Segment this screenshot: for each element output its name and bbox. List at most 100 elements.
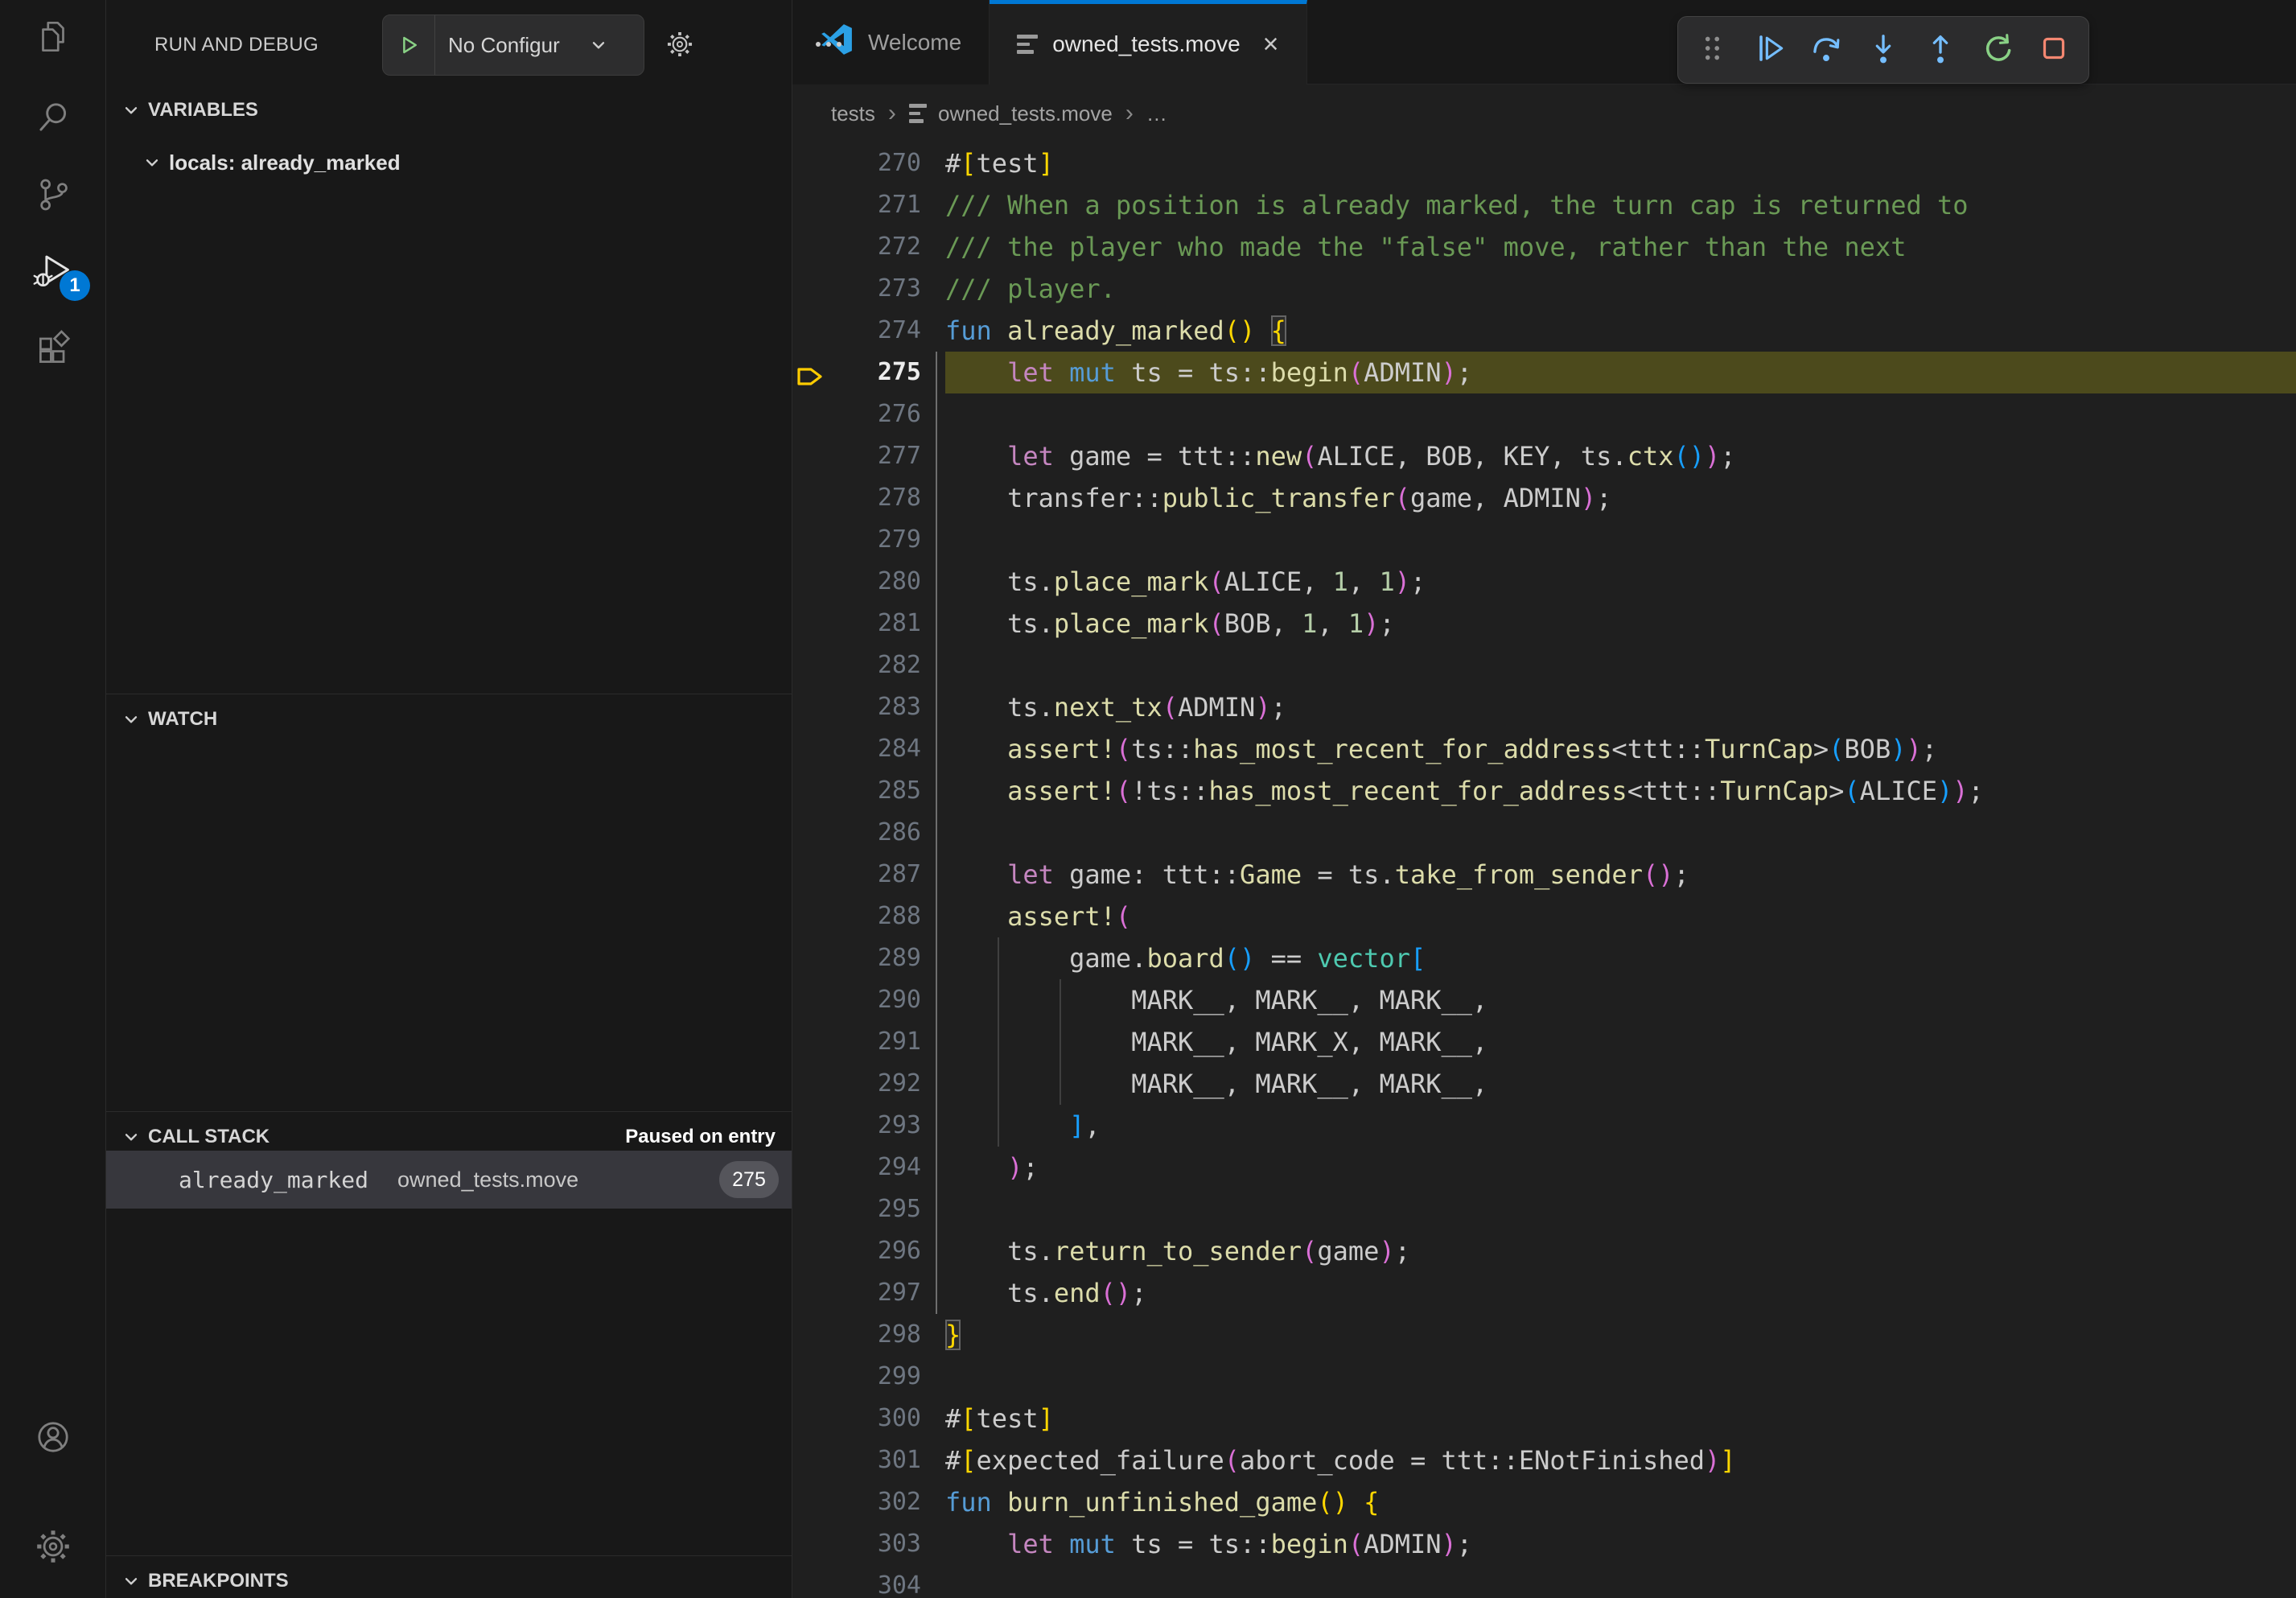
code-text[interactable]: assert!(!ts::has_most_recent_for_address…	[945, 770, 2296, 812]
code-text[interactable]: let game = ttt::new(ALICE, BOB, KEY, ts.…	[945, 435, 2296, 477]
line-number[interactable]: 304	[831, 1565, 921, 1598]
breakpoint-margin[interactable]	[792, 352, 831, 393]
code-line-302[interactable]: 302fun burn_unfinished_game() {	[792, 1481, 2296, 1523]
breakpoint-margin[interactable]	[792, 645, 831, 686]
breadcrumb-item[interactable]: …	[1146, 101, 1167, 126]
code-text[interactable]	[945, 393, 2296, 435]
code-text[interactable]	[945, 1188, 2296, 1230]
more-actions-icon[interactable]	[816, 42, 841, 47]
code-text[interactable]: let mut ts = ts::begin(ADMIN);	[945, 1523, 2296, 1565]
breakpoint-margin[interactable]	[792, 1105, 831, 1147]
line-number[interactable]: 287	[831, 854, 921, 896]
code-line-271[interactable]: 271 /// When a position is already marked…	[792, 184, 2296, 226]
breakpoint-margin[interactable]	[792, 1314, 831, 1356]
code-text[interactable]: #[test]	[945, 142, 2296, 184]
breakpoint-margin[interactable]	[792, 812, 831, 854]
line-number[interactable]: 293	[831, 1105, 921, 1147]
code-text[interactable]: let mut ts = ts::begin(ADMIN);	[945, 352, 2296, 393]
step-over-button[interactable]	[1803, 27, 1850, 73]
breakpoint-margin[interactable]	[792, 728, 831, 770]
breakpoint-margin[interactable]	[792, 1356, 831, 1398]
code-text[interactable]: ts.place_mark(BOB, 1, 1);	[945, 603, 2296, 645]
line-number[interactable]: 284	[831, 728, 921, 770]
code-text[interactable]: ts.end();	[945, 1272, 2296, 1314]
code-text[interactable]: );	[945, 1147, 2296, 1188]
code-text[interactable]: ts.next_tx(ADMIN);	[945, 686, 2296, 728]
breakpoint-margin[interactable]	[792, 1188, 831, 1230]
line-number[interactable]: 277	[831, 435, 921, 477]
stop-button[interactable]	[2031, 27, 2077, 73]
line-number[interactable]: 297	[831, 1272, 921, 1314]
code-line-283[interactable]: 283 ts.next_tx(ADMIN);	[792, 686, 2296, 728]
code-text[interactable]: fun burn_unfinished_game() {	[945, 1481, 2296, 1523]
start-debugging-icon[interactable]	[383, 33, 434, 57]
continue-button[interactable]	[1747, 27, 1793, 73]
breakpoint-margin[interactable]	[792, 1021, 831, 1063]
code-text[interactable]: #[expected_failure(abort_code = ttt::ENo…	[945, 1439, 2296, 1481]
breadcrumb-item[interactable]: owned_tests.move	[909, 101, 1113, 126]
code-text[interactable]: ts.return_to_sender(game);	[945, 1230, 2296, 1272]
breakpoint-margin[interactable]	[792, 770, 831, 812]
code-text[interactable]: /// When a position is already marked, t…	[945, 184, 2296, 226]
line-number[interactable]: 298	[831, 1314, 921, 1356]
breakpoint-margin[interactable]	[792, 184, 831, 226]
code-line-297[interactable]: 297 ts.end();	[792, 1272, 2296, 1314]
code-line-298[interactable]: 298}	[792, 1314, 2296, 1356]
line-number[interactable]: 296	[831, 1230, 921, 1272]
breakpoint-margin[interactable]	[792, 979, 831, 1021]
breakpoint-margin[interactable]	[792, 519, 831, 561]
line-number[interactable]: 271	[831, 184, 921, 226]
restart-button[interactable]	[1973, 27, 2020, 73]
code-text[interactable]: assert!(ts::has_most_recent_for_address<…	[945, 728, 2296, 770]
line-number[interactable]: 303	[831, 1523, 921, 1565]
line-number[interactable]: 278	[831, 477, 921, 519]
breakpoint-margin[interactable]	[792, 854, 831, 896]
variables-scope-locals[interactable]: locals: already_marked	[106, 141, 792, 184]
code-line-291[interactable]: 291 MARK__, MARK_X, MARK__,	[792, 1021, 2296, 1063]
code-line-273[interactable]: 273/// player.	[792, 268, 2296, 310]
code-line-299[interactable]: 299	[792, 1356, 2296, 1398]
activity-item-explorer[interactable]	[0, 0, 105, 77]
code-text[interactable]	[945, 519, 2296, 561]
line-number[interactable]: 291	[831, 1021, 921, 1063]
toolbar-drag-grip[interactable]	[1689, 27, 1736, 73]
code-line-282[interactable]: 282	[792, 645, 2296, 686]
code-line-289[interactable]: 289 game.board() == vector[	[792, 937, 2296, 979]
section-variables[interactable]: VARIABLES	[106, 90, 792, 130]
line-number[interactable]: 283	[831, 686, 921, 728]
breakpoint-margin[interactable]	[792, 1063, 831, 1105]
breakpoint-margin[interactable]	[792, 561, 831, 603]
code-line-295[interactable]: 295	[792, 1188, 2296, 1230]
code-text[interactable]: /// the player who made the "false" move…	[945, 226, 2296, 268]
code-text[interactable]: game.board() == vector[	[945, 937, 2296, 979]
code-line-287[interactable]: 287 let game: ttt::Game = ts.take_from_s…	[792, 854, 2296, 896]
line-number[interactable]: 299	[831, 1356, 921, 1398]
breakpoint-margin[interactable]	[792, 310, 831, 352]
code-line-293[interactable]: 293 ],	[792, 1105, 2296, 1147]
line-number[interactable]: 289	[831, 937, 921, 979]
stack-frame-row[interactable]: already_marked owned_tests.move 275	[106, 1151, 792, 1209]
section-breakpoints[interactable]: BREAKPOINTS	[106, 1561, 792, 1598]
section-watch[interactable]: WATCH	[106, 699, 792, 739]
line-number[interactable]: 292	[831, 1063, 921, 1105]
code-line-300[interactable]: 300#[test]	[792, 1398, 2296, 1439]
activity-item-extensions[interactable]	[0, 313, 105, 390]
line-number[interactable]: 279	[831, 519, 921, 561]
breakpoint-margin[interactable]	[792, 1481, 831, 1523]
code-line-285[interactable]: 285 assert!(!ts::has_most_recent_for_add…	[792, 770, 2296, 812]
breakpoint-margin[interactable]	[792, 1272, 831, 1314]
code-line-280[interactable]: 280 ts.place_mark(ALICE, 1, 1);	[792, 561, 2296, 603]
code-text[interactable]: let game: ttt::Game = ts.take_from_sende…	[945, 854, 2296, 896]
breakpoint-margin[interactable]	[792, 477, 831, 519]
line-number[interactable]: 288	[831, 896, 921, 937]
breakpoint-margin[interactable]	[792, 1230, 831, 1272]
code-line-288[interactable]: 288 assert!(	[792, 896, 2296, 937]
breadcrumb-item[interactable]: tests	[831, 101, 875, 126]
line-number[interactable]: 282	[831, 645, 921, 686]
code-text[interactable]: ts.place_mark(ALICE, 1, 1);	[945, 561, 2296, 603]
code-line-290[interactable]: 290 MARK__, MARK__, MARK__,	[792, 979, 2296, 1021]
code-text[interactable]	[945, 812, 2296, 854]
code-line-274[interactable]: 274fun already_marked() {	[792, 310, 2296, 352]
line-number[interactable]: 286	[831, 812, 921, 854]
breakpoint-margin[interactable]	[792, 937, 831, 979]
